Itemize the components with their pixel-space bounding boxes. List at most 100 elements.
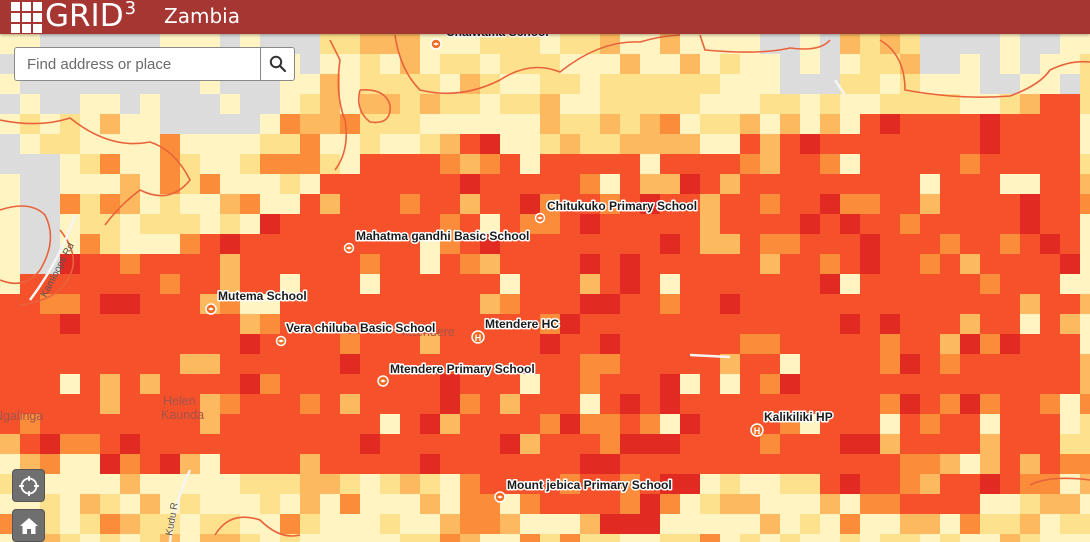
density-cell bbox=[320, 134, 340, 154]
population-density-map[interactable]: Kamloops Rd Kudu R Helen Kaunda Ngalinga… bbox=[0, 0, 1090, 542]
density-cell bbox=[920, 434, 940, 454]
density-cell bbox=[980, 154, 1000, 174]
density-cell bbox=[1040, 514, 1060, 534]
density-cell bbox=[800, 534, 820, 542]
density-cell bbox=[1040, 334, 1060, 354]
density-cell bbox=[240, 394, 260, 414]
density-cell bbox=[660, 134, 680, 154]
density-cell bbox=[780, 94, 800, 114]
density-cell bbox=[140, 214, 160, 234]
school-marker[interactable] bbox=[343, 242, 355, 254]
brand-superscript: 3 bbox=[124, 0, 137, 19]
density-cell bbox=[1020, 454, 1040, 474]
density-cell bbox=[580, 414, 600, 434]
school-marker[interactable] bbox=[205, 303, 217, 315]
density-cell bbox=[540, 234, 560, 254]
density-cell bbox=[540, 414, 560, 434]
density-cell bbox=[220, 534, 240, 542]
density-cell bbox=[460, 534, 480, 542]
density-cell bbox=[960, 394, 980, 414]
density-cell bbox=[740, 454, 760, 474]
density-cell bbox=[220, 354, 240, 374]
density-cell bbox=[120, 414, 140, 434]
school-marker[interactable] bbox=[534, 212, 546, 224]
density-cell bbox=[460, 514, 480, 534]
density-cell bbox=[420, 274, 440, 294]
school-marker[interactable] bbox=[275, 335, 287, 347]
home-button[interactable] bbox=[12, 509, 45, 542]
density-cell bbox=[0, 174, 20, 194]
search-input[interactable] bbox=[15, 48, 260, 80]
grid3-logo[interactable]: GRID 3 bbox=[11, 0, 137, 33]
density-cell bbox=[180, 294, 200, 314]
density-cell bbox=[880, 454, 900, 474]
density-cell bbox=[820, 254, 840, 274]
density-cell bbox=[580, 174, 600, 194]
density-cell bbox=[80, 154, 100, 174]
density-cell bbox=[440, 294, 460, 314]
density-cell bbox=[420, 394, 440, 414]
school-marker[interactable] bbox=[377, 375, 389, 387]
density-cell bbox=[240, 414, 260, 434]
locate-button[interactable] bbox=[12, 469, 45, 502]
density-cell bbox=[1040, 154, 1060, 174]
density-cell bbox=[980, 234, 1000, 254]
density-cell bbox=[480, 134, 500, 154]
density-cell bbox=[780, 174, 800, 194]
density-cell bbox=[260, 434, 280, 454]
density-cell bbox=[320, 374, 340, 394]
search-button[interactable] bbox=[260, 48, 294, 80]
density-cell bbox=[240, 474, 260, 494]
density-cell bbox=[340, 534, 360, 542]
health-marker[interactable]: H bbox=[750, 423, 764, 437]
density-cell bbox=[200, 134, 220, 154]
density-cell bbox=[60, 494, 80, 514]
density-cell bbox=[440, 134, 460, 154]
density-cell bbox=[420, 534, 440, 542]
density-cell bbox=[200, 474, 220, 494]
density-cell bbox=[660, 214, 680, 234]
density-cell bbox=[340, 174, 360, 194]
density-cell bbox=[840, 234, 860, 254]
density-cell bbox=[380, 134, 400, 154]
density-cell bbox=[140, 494, 160, 514]
density-cell bbox=[320, 274, 340, 294]
density-cell bbox=[560, 394, 580, 414]
density-cell bbox=[1000, 394, 1020, 414]
density-cell bbox=[320, 194, 340, 214]
density-cell bbox=[680, 314, 700, 334]
density-cell bbox=[860, 254, 880, 274]
density-cell bbox=[1060, 234, 1080, 254]
density-cell bbox=[600, 334, 620, 354]
density-cell bbox=[220, 194, 240, 214]
school-marker[interactable] bbox=[430, 38, 442, 50]
density-cell bbox=[580, 134, 600, 154]
density-cell bbox=[1080, 54, 1090, 74]
density-cell bbox=[240, 214, 260, 234]
density-cell bbox=[80, 354, 100, 374]
density-cell bbox=[940, 134, 960, 154]
density-cell bbox=[680, 114, 700, 134]
density-cell bbox=[600, 394, 620, 414]
school-marker[interactable] bbox=[494, 491, 506, 503]
density-cell bbox=[200, 254, 220, 274]
density-cell bbox=[440, 414, 460, 434]
density-cell bbox=[1000, 234, 1020, 254]
density-cell bbox=[800, 274, 820, 294]
density-cell bbox=[880, 274, 900, 294]
density-cell bbox=[300, 374, 320, 394]
density-cell bbox=[720, 474, 740, 494]
density-cell bbox=[860, 234, 880, 254]
density-cell bbox=[60, 194, 80, 214]
density-cell bbox=[1020, 214, 1040, 234]
density-cell bbox=[960, 294, 980, 314]
density-cell bbox=[460, 94, 480, 114]
density-cell bbox=[540, 74, 560, 94]
health-marker[interactable]: H bbox=[471, 330, 485, 344]
density-cell bbox=[860, 74, 880, 94]
density-cell bbox=[620, 214, 640, 234]
density-cell bbox=[500, 534, 520, 542]
density-cell bbox=[480, 534, 500, 542]
density-cell bbox=[640, 134, 660, 154]
density-cell bbox=[100, 154, 120, 174]
